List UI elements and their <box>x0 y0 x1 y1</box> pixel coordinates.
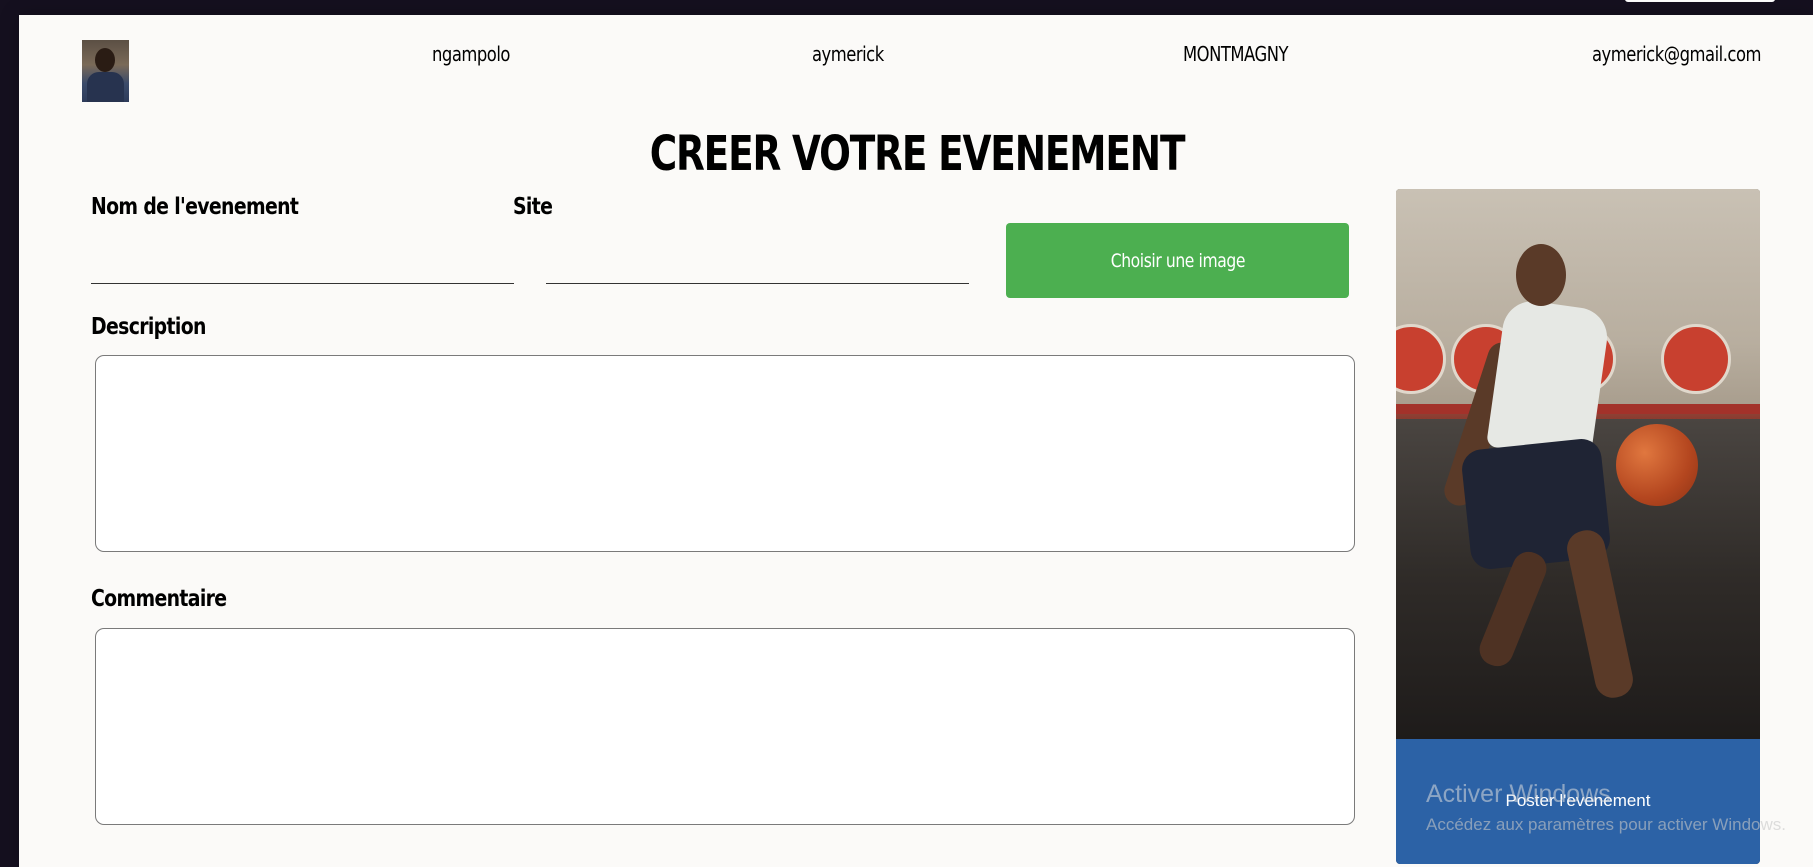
event-name-label: Nom de l'evenement <box>91 194 299 220</box>
header-first-name: aymerick <box>812 42 884 66</box>
wall-disc <box>1661 324 1731 394</box>
header-email: aymerick@gmail.com <box>1592 42 1761 66</box>
description-textarea[interactable] <box>95 355 1355 552</box>
basketball <box>1616 424 1698 506</box>
browser-top-strip <box>0 0 1813 15</box>
header-city: MONTMAGNY <box>1183 42 1288 66</box>
windows-activation-title: Activer Windows <box>1426 780 1611 808</box>
avatar-head <box>95 48 115 72</box>
site-input[interactable] <box>546 243 969 284</box>
player-head <box>1516 244 1566 306</box>
header-username: ngampolo <box>432 42 510 66</box>
avatar-body <box>87 72 124 102</box>
comment-label: Commentaire <box>91 586 227 612</box>
event-name-input[interactable] <box>91 243 514 284</box>
comment-textarea[interactable] <box>95 628 1355 825</box>
avatar[interactable] <box>82 40 129 102</box>
site-label: Site <box>513 194 553 220</box>
page-title: CREER VOTRE EVENEMENT <box>649 126 1186 182</box>
windows-activation-subtitle: Accédez aux paramètres pour activer Wind… <box>1426 815 1786 834</box>
event-preview-card: Poster l'evenement <box>1396 189 1760 864</box>
choose-image-button-label: Choisir une image <box>1110 249 1245 272</box>
description-label: Description <box>91 314 206 340</box>
player-jersey <box>1486 297 1611 461</box>
event-preview-image <box>1396 189 1760 739</box>
choose-image-button[interactable]: Choisir une image <box>1006 223 1349 298</box>
browser-widget <box>1625 0 1775 2</box>
